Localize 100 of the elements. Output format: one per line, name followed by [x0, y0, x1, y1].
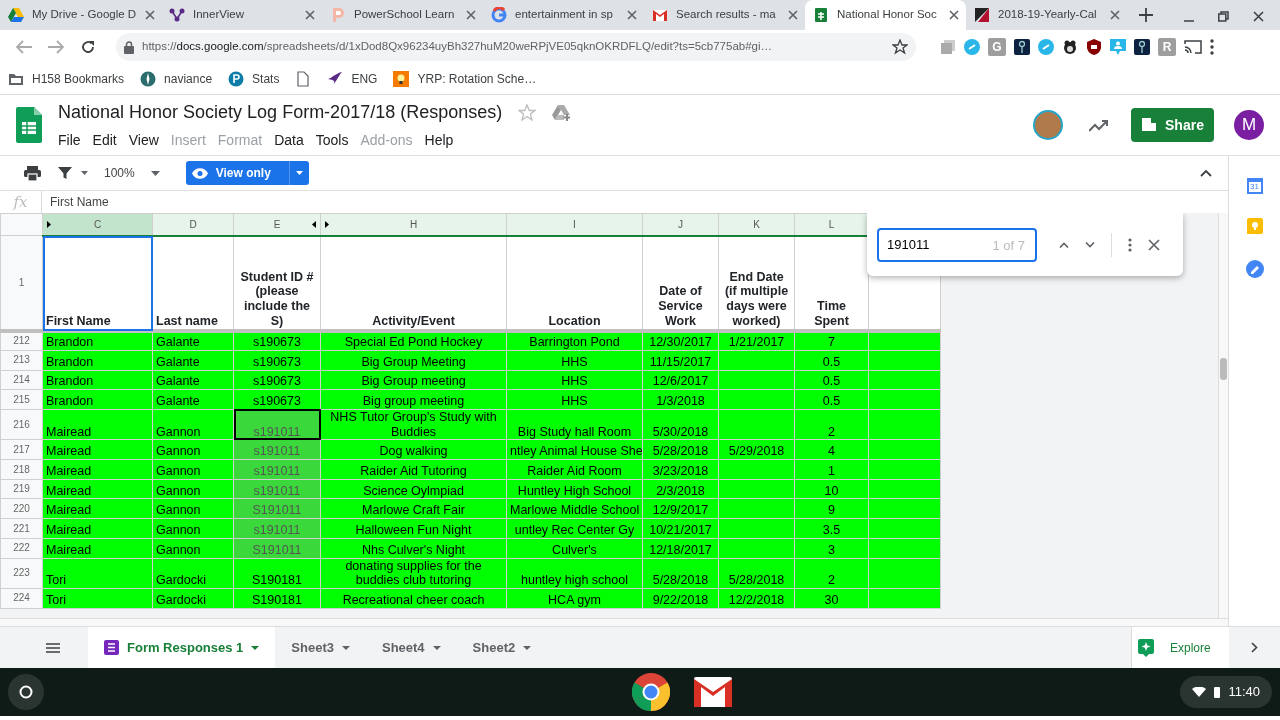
- row-number[interactable]: 222: [0, 538, 43, 559]
- close-icon[interactable]: [948, 9, 960, 21]
- row-number[interactable]: 220: [0, 499, 43, 519]
- caret-icon[interactable]: [81, 171, 88, 176]
- compass-icon[interactable]: [140, 71, 157, 87]
- browser-tab[interactable]: My Drive - Google D: [0, 0, 161, 30]
- sheet-tab[interactable]: Sheet2: [456, 627, 548, 668]
- p-logo-icon[interactable]: [228, 71, 245, 87]
- scrollbar-thumb[interactable]: [1220, 358, 1227, 381]
- row-number[interactable]: 214: [0, 370, 43, 390]
- browser-tab[interactable]: National Honor Soc: [805, 0, 966, 30]
- menu-item[interactable]: Data: [268, 130, 310, 151]
- view-only-button[interactable]: View only: [185, 161, 309, 186]
- browser-tab[interactable]: 2018-19-Yearly-Cal: [966, 0, 1127, 30]
- account-avatar[interactable]: M: [1234, 110, 1264, 140]
- print-icon[interactable]: [24, 165, 41, 181]
- hidden-columns-icon[interactable]: [325, 221, 329, 229]
- zoom-dropdown[interactable]: 100%: [104, 164, 135, 183]
- reload-icon[interactable]: [80, 39, 96, 55]
- document-title[interactable]: National Honor Society Log Form-2017/18 (Responses): [58, 99, 503, 126]
- close-icon[interactable]: [1109, 9, 1121, 21]
- menu-item[interactable]: View: [122, 130, 165, 151]
- next-icon[interactable]: [1085, 241, 1095, 248]
- key-icon[interactable]: [1134, 39, 1150, 55]
- browser-tab[interactable]: InnerView: [161, 0, 322, 30]
- page-icon[interactable]: [295, 71, 312, 87]
- row-number[interactable]: 224: [0, 588, 43, 609]
- calendar-icon[interactable]: 31: [1246, 178, 1263, 194]
- browser-tab[interactable]: entertainment in sp: [483, 0, 644, 30]
- browser-tab[interactable]: Search results - ma: [644, 0, 805, 30]
- browser-tab[interactable]: PowerSchool Learn: [322, 0, 483, 30]
- column-header[interactable]: J: [642, 213, 719, 236]
- sheet-tab[interactable]: Sheet4: [365, 627, 457, 668]
- restore-icon[interactable]: [1218, 11, 1229, 22]
- column-header[interactable]: K: [718, 213, 795, 236]
- hidden-columns-icon[interactable]: [312, 221, 316, 229]
- menu-item[interactable]: Tools: [309, 130, 355, 151]
- column-header[interactable]: H: [320, 213, 507, 236]
- more-icon[interactable]: [1128, 237, 1132, 252]
- row-number[interactable]: 221: [0, 518, 43, 539]
- row-number[interactable]: 213: [0, 350, 43, 371]
- tasks-icon[interactable]: [1245, 260, 1264, 278]
- sheet-tab[interactable]: Sheet3: [275, 627, 366, 668]
- menu-item[interactable]: Help: [418, 130, 460, 151]
- row-number[interactable]: 216: [0, 409, 43, 440]
- collapse-icon[interactable]: [1200, 169, 1212, 178]
- sheet-tab[interactable]: Form Responses 1: [88, 627, 276, 668]
- column-header[interactable]: E: [233, 213, 321, 236]
- bulb-icon[interactable]: [393, 71, 410, 87]
- new-tab-icon[interactable]: [1139, 8, 1153, 22]
- row-number[interactable]: 219: [0, 479, 43, 499]
- mascot-icon[interactable]: [1062, 39, 1078, 55]
- close-icon[interactable]: [1148, 238, 1160, 251]
- column-header[interactable]: C: [42, 213, 153, 236]
- column-header[interactable]: L: [794, 213, 869, 236]
- key-icon[interactable]: [1014, 39, 1030, 55]
- folder-icon[interactable]: [8, 71, 24, 87]
- all-sheets-icon[interactable]: [46, 642, 60, 653]
- close-icon[interactable]: [626, 9, 638, 21]
- hidden-columns-icon[interactable]: [47, 221, 51, 229]
- previous-icon[interactable]: [1059, 241, 1069, 248]
- share-button[interactable]: Share: [1131, 108, 1214, 142]
- bookmark-link[interactable]: Stats: [252, 70, 280, 88]
- launcher-button[interactable]: [8, 674, 44, 710]
- close-icon[interactable]: [304, 9, 316, 21]
- mail-icon[interactable]: [694, 677, 733, 707]
- row-number[interactable]: 218: [0, 459, 43, 480]
- avatar[interactable]: [1033, 110, 1063, 140]
- filter-icon[interactable]: [57, 165, 73, 182]
- close-icon[interactable]: [144, 9, 157, 21]
- row-number[interactable]: 223: [0, 558, 43, 589]
- row-number[interactable]: 215: [0, 389, 43, 410]
- row-number[interactable]: 217: [0, 439, 43, 460]
- expand-panel-icon[interactable]: [1251, 642, 1258, 653]
- bookmark-link[interactable]: naviance: [164, 70, 213, 88]
- bookmark-link[interactable]: ENG: [351, 70, 378, 88]
- column-header[interactable]: I: [506, 213, 643, 236]
- bookmark-link[interactable]: YRP: Rotation Sche…: [417, 70, 537, 88]
- sheets-logo-icon[interactable]: [16, 107, 42, 143]
- row-number[interactable]: 1: [0, 235, 43, 331]
- more-icon[interactable]: [1210, 39, 1214, 55]
- explore-button[interactable]: Explore: [1131, 627, 1229, 668]
- star-icon[interactable]: [892, 39, 908, 55]
- close-icon[interactable]: [1253, 11, 1264, 22]
- close-icon[interactable]: [787, 9, 799, 21]
- star-icon[interactable]: [518, 103, 537, 122]
- address-field[interactable]: https://docs.google.com/spreadsheets/d/1xDod8Qx96234uyBh327huM20weRPjVE05qknOKRDFLQ/edit?ts=5cb775ab#gi…: [116, 33, 916, 61]
- chrome-icon[interactable]: [632, 673, 671, 711]
- horizontal-scrollbar[interactable]: [0, 618, 1228, 626]
- bookmark-link[interactable]: H158 Bookmarks: [32, 70, 125, 88]
- drive-move-icon[interactable]: [552, 104, 571, 121]
- activity-icon[interactable]: [1089, 118, 1109, 132]
- column-header[interactable]: D: [152, 213, 234, 236]
- menu-item[interactable]: Edit: [86, 130, 123, 151]
- shield-icon[interactable]: [1086, 39, 1102, 55]
- cast-icon[interactable]: [1184, 40, 1202, 54]
- menu-item[interactable]: File: [52, 130, 87, 151]
- caret-icon[interactable]: [150, 170, 160, 176]
- status-area[interactable]: 11:40: [1180, 676, 1272, 708]
- close-icon[interactable]: [465, 9, 477, 21]
